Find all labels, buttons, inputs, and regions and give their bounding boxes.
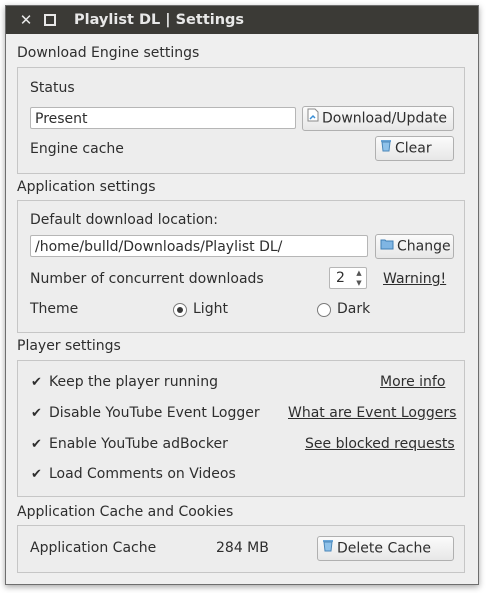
download-location-field[interactable]: /home/bulld/Downloads/Playlist DL/ xyxy=(30,235,368,257)
keep-player-checkbox[interactable]: ✔ xyxy=(30,376,43,389)
close-icon[interactable]: ✕ xyxy=(16,9,36,31)
change-label: Change xyxy=(397,238,451,255)
theme-dark-label: Dark xyxy=(337,301,371,317)
clear-label: Clear xyxy=(395,140,432,157)
application-cache-label: Application Cache xyxy=(30,540,157,556)
clear-button[interactable]: Clear xyxy=(375,136,454,161)
application-group: Default download location: /home/bulld/D… xyxy=(17,200,465,333)
adblocker-label: Enable YouTube adBocker xyxy=(49,436,228,452)
download-update-button[interactable]: Download/Update xyxy=(302,106,454,131)
status-label: Status xyxy=(30,80,75,96)
settings-window: ✕ Playlist DL | Settings Download Engine… xyxy=(5,5,479,585)
more-info-link[interactable]: More info xyxy=(380,374,445,390)
trash-icon xyxy=(380,137,392,160)
download-engine-heading: Download Engine settings xyxy=(17,45,200,61)
player-group: ✔ Keep the player running More info ✔ Di… xyxy=(17,360,465,497)
player-heading: Player settings xyxy=(17,338,121,354)
engine-cache-label: Engine cache xyxy=(30,141,124,157)
delete-cache-label: Delete Cache xyxy=(337,540,431,557)
blocked-requests-link[interactable]: See blocked requests xyxy=(305,436,455,452)
load-comments-checkbox[interactable]: ✔ xyxy=(30,468,43,481)
cache-heading: Application Cache and Cookies xyxy=(17,504,234,520)
download-engine-group: Status Present Download/Update Engine ca… xyxy=(17,67,465,174)
concurrent-downloads-value: 2 xyxy=(336,270,345,286)
concurrent-downloads-spinbox[interactable]: 2 ▲ ▼ xyxy=(329,267,367,289)
trash-icon xyxy=(322,537,334,560)
download-location-label: Default download location: xyxy=(30,212,219,228)
event-loggers-link[interactable]: What are Event Loggers xyxy=(288,405,456,421)
theme-dark-radio[interactable] xyxy=(317,303,331,317)
theme-label: Theme xyxy=(30,301,79,317)
theme-light-label: Light xyxy=(193,301,228,317)
window-title: Playlist DL | Settings xyxy=(74,12,245,28)
concurrent-downloads-label: Number of concurrent downloads xyxy=(30,271,264,287)
load-comments-label: Load Comments on Videos xyxy=(49,466,236,482)
status-field[interactable]: Present xyxy=(30,107,296,129)
download-update-label: Download/Update xyxy=(322,110,448,127)
warning-link[interactable]: Warning! xyxy=(383,271,446,287)
cache-group: Application Cache 284 MB Delete Cache xyxy=(17,525,465,573)
change-button[interactable]: Change xyxy=(375,234,454,259)
maximize-icon[interactable] xyxy=(44,14,56,26)
spin-up-icon[interactable]: ▲ xyxy=(353,268,365,278)
keep-player-label: Keep the player running xyxy=(49,374,218,390)
document-icon xyxy=(307,107,319,130)
title-bar: ✕ Playlist DL | Settings xyxy=(6,6,478,34)
spin-down-icon[interactable]: ▼ xyxy=(353,278,365,288)
cache-size: 284 MB xyxy=(216,540,269,556)
adblocker-checkbox[interactable]: ✔ xyxy=(30,438,43,451)
disable-event-logger-label: Disable YouTube Event Logger xyxy=(49,405,260,421)
application-heading: Application settings xyxy=(17,179,156,195)
delete-cache-button[interactable]: Delete Cache xyxy=(317,536,454,561)
theme-light-radio[interactable] xyxy=(173,303,187,317)
folder-icon xyxy=(380,235,394,258)
disable-event-logger-checkbox[interactable]: ✔ xyxy=(30,407,43,420)
